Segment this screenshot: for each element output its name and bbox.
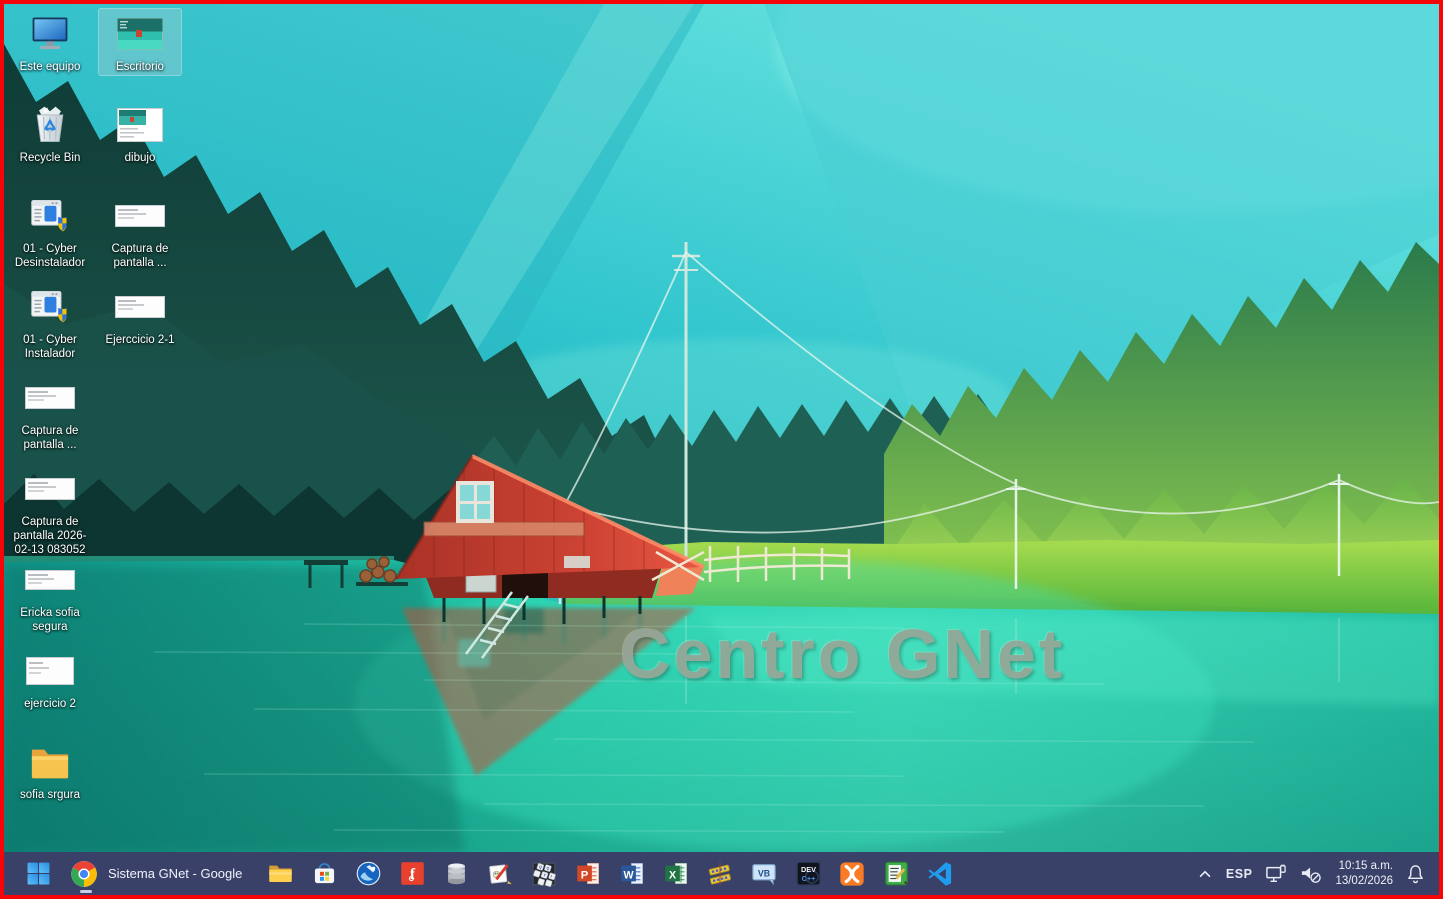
desktop-icon-recycle-bin[interactable]: Recycle Bin <box>8 99 92 167</box>
desktop-icon-ejerccicio-2-1[interactable]: Ejerccicio 2-1 <box>98 281 182 349</box>
desktop-icon-sofia-folder[interactable]: sofia srgura <box>8 736 92 804</box>
installer-icon <box>27 194 73 238</box>
taskbar-xampp-button[interactable] <box>830 854 874 894</box>
microsoft-store-icon <box>311 860 338 887</box>
taskbar-vscode-button[interactable] <box>918 854 962 894</box>
screenshot-thumbnail-icon <box>115 296 165 318</box>
taskbar-clock[interactable]: 10:15 a.m. 13/02/2026 <box>1335 859 1393 889</box>
svg-text:X: X <box>669 870 677 882</box>
clock-date: 13/02/2026 <box>1335 874 1393 889</box>
wallpaper-watermark: Centro GNet <box>620 614 1065 694</box>
screenshot-frame: Centro GNet Este equipo Recycle Bin <box>0 0 1443 899</box>
taskbar-dev-cpp-button[interactable]: DEV C++ <box>786 854 830 894</box>
desktop-icon-ejercicio-2[interactable]: ejercicio 2 <box>8 645 92 713</box>
svg-text:DEV: DEV <box>801 865 816 874</box>
taskbar-database-app-button[interactable] <box>434 854 478 894</box>
excel-icon: X <box>663 860 690 887</box>
svg-text:C++: C++ <box>801 874 815 883</box>
desktop-icon-escritorio[interactable]: Escritorio <box>98 8 182 76</box>
taskbar-microsoft-store-button[interactable] <box>302 854 346 894</box>
network-tray-button[interactable] <box>1265 864 1287 884</box>
installer-icon <box>27 285 73 329</box>
screenshot-thumbnail-icon <box>25 570 75 590</box>
database-app-icon <box>443 860 470 887</box>
image-thumbnail-icon <box>117 18 163 50</box>
file-explorer-icon <box>267 860 294 887</box>
taskbar-visual-basic-button[interactable]: VB <box>742 854 786 894</box>
desktop-icon-captura-1[interactable]: Captura de pantalla ... <box>8 372 92 454</box>
svg-text:VB: VB <box>758 868 770 878</box>
volume-muted-tray-button[interactable] <box>1300 864 1322 884</box>
taskbar-paint-pencil-app-button[interactable] <box>478 854 522 894</box>
this-pc-icon <box>28 12 72 56</box>
desktop-icon-captura-2026[interactable]: Captura de pantalla 2026-02-13 083052 <box>8 463 92 559</box>
pseint-icon <box>883 860 910 887</box>
volume-muted-icon <box>1300 864 1322 884</box>
windows-start-icon <box>26 861 51 886</box>
powerpoint-icon: P <box>575 860 602 887</box>
screenshot-thumbnail-icon <box>25 478 75 500</box>
clock-time: 10:15 a.m. <box>1335 859 1393 874</box>
system-tray: ESP 10:15 a.m. 13/02/2026 <box>1197 859 1439 889</box>
running-indicator <box>80 890 92 893</box>
chevron-up-icon <box>1197 868 1213 880</box>
visual-basic-icon: VB <box>750 860 778 888</box>
active-task-label: Sistema GNet - Google <box>108 866 242 881</box>
desktop-icon-cyber-instalador[interactable]: 01 - Cyber Instalador <box>8 281 92 363</box>
taskbar-red-f-app-button[interactable]: f <box>390 854 434 894</box>
document-thumbnail-icon <box>26 657 74 685</box>
language-indicator[interactable]: ESP <box>1226 867 1253 881</box>
desktop-icon-captura-col2[interactable]: Captura de pantalla ... <box>98 190 182 272</box>
xampp-icon <box>838 860 866 888</box>
desktop-icon-cyber-desinstalador[interactable]: 01 - Cyber Desinstalador <box>8 190 92 272</box>
typing-keys-app-icon: QQYI <box>531 861 557 887</box>
taskbar-powerpoint-button[interactable]: P <box>566 854 610 894</box>
notifications-button[interactable] <box>1406 864 1425 884</box>
desktop: Centro GNet Este equipo Recycle Bin <box>4 4 1439 852</box>
taskbar: Sistema GNet - Google f <box>4 852 1439 895</box>
taskbar-file-explorer-button[interactable] <box>258 854 302 894</box>
paint-pencil-app-icon <box>487 860 514 887</box>
taskbar-pseint-button[interactable] <box>874 854 918 894</box>
vscode-icon <box>926 860 954 888</box>
desktop-icon-este-equipo[interactable]: Este equipo <box>8 8 92 76</box>
taskbar-word-button[interactable]: W <box>610 854 654 894</box>
svg-text:W: W <box>623 870 634 882</box>
taskbar-blue-circle-app-button[interactable] <box>346 854 390 894</box>
screenshot-thumbnail-icon <box>25 387 75 409</box>
dev-cpp-icon: DEV C++ <box>795 860 822 887</box>
blue-circle-app-icon <box>355 860 382 887</box>
taskbar-excel-button[interactable]: X <box>654 854 698 894</box>
active-task-chrome[interactable]: Sistema GNet - Google <box>60 854 258 894</box>
taskbar-mecanet-button[interactable] <box>698 854 742 894</box>
start-button[interactable] <box>16 854 60 894</box>
image-file-icon <box>117 108 163 142</box>
chrome-icon <box>70 860 98 888</box>
folder-icon <box>27 742 73 782</box>
word-icon: W <box>619 860 646 887</box>
desktop-icon-ericka[interactable]: Ericka sofia segura <box>8 554 92 636</box>
bell-icon <box>1406 864 1425 884</box>
recycle-bin-icon <box>28 103 72 147</box>
wallpaper-illustration <box>4 4 1439 852</box>
svg-text:P: P <box>581 870 589 882</box>
ethernet-network-icon <box>1265 864 1287 884</box>
red-f-app-icon: f <box>399 860 426 887</box>
screenshot-thumbnail-icon <box>115 205 165 227</box>
taskbar-typing-keys-app-button[interactable]: QQYI <box>522 854 566 894</box>
desktop-icon-dibujo[interactable]: dibujo <box>98 99 182 167</box>
mecanet-typing-icon <box>706 860 734 888</box>
hidden-icons-chevron[interactable] <box>1197 868 1213 880</box>
